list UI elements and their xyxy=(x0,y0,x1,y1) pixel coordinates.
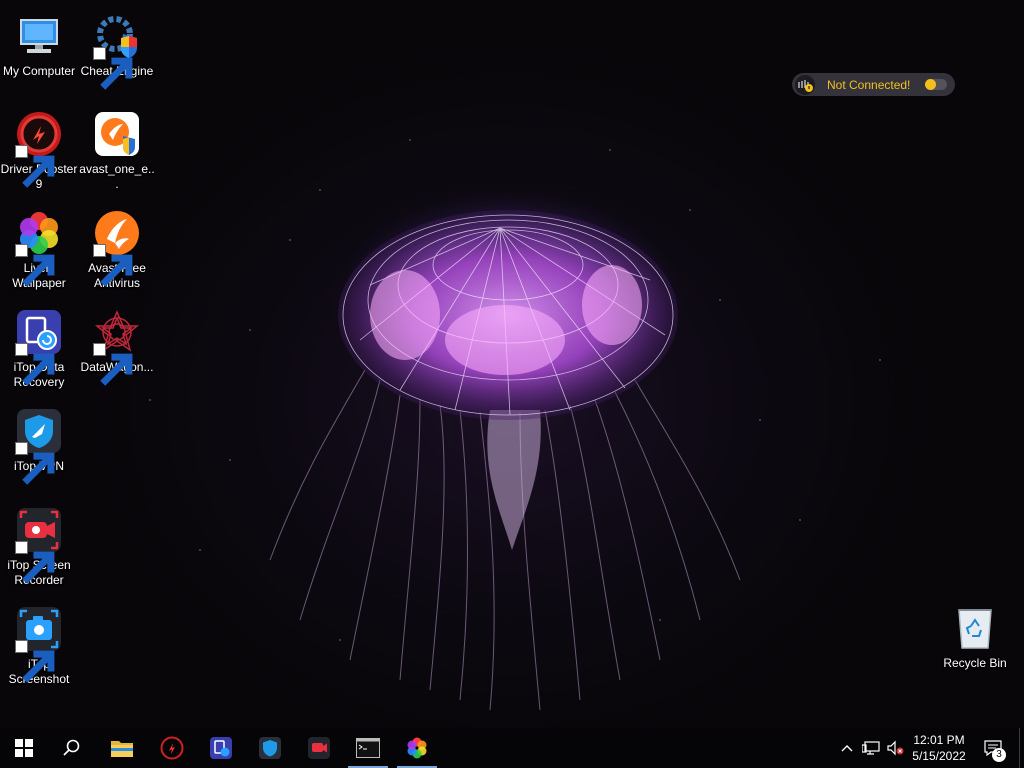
desktop-icon-driver-booster[interactable]: Driver Booster 9 xyxy=(0,106,78,198)
desktop-icon-lively-wallpaper[interactable]: Lively Wallpaper xyxy=(0,205,78,297)
shortcut-arrow-icon xyxy=(15,343,55,386)
itop-data-recovery-icon xyxy=(15,308,63,386)
shortcut-arrow-icon xyxy=(15,541,55,584)
datawagon-icon xyxy=(93,308,141,386)
shortcut-arrow-icon xyxy=(93,244,133,287)
shortcut-arrow-icon xyxy=(93,343,133,386)
taskbar-command-prompt[interactable] xyxy=(344,728,392,768)
desktop-icon-label: My Computer xyxy=(2,64,76,78)
desktop-icon-cheat-engine[interactable]: Cheat Engine xyxy=(78,8,156,100)
vpn-connect-toggle[interactable] xyxy=(925,79,947,90)
search-button[interactable] xyxy=(48,728,96,768)
recycle-bin-icon xyxy=(951,604,999,652)
desktop-icon-itop-screen-recorder[interactable]: iTop Screen Recorder xyxy=(0,502,78,594)
start-button[interactable] xyxy=(0,728,48,768)
volume-muted-icon xyxy=(887,740,904,756)
desktop: My Computer Driver Booster 9 Lively Wall… xyxy=(0,0,1024,728)
shortcut-arrow-icon xyxy=(15,244,55,287)
cheat-engine-icon xyxy=(93,12,141,90)
itop-screen-recorder-icon xyxy=(15,506,63,584)
desktop-icon-label: avast_one_e... xyxy=(79,162,155,191)
terminal-icon xyxy=(356,738,380,758)
desktop-icon-datawagon[interactable]: DataWagon... xyxy=(78,304,156,396)
desktop-icon-avast-one-installer[interactable]: avast_one_e... xyxy=(78,106,156,198)
vpn-logo-icon xyxy=(795,74,815,95)
shortcut-arrow-icon xyxy=(15,442,55,485)
desktop-icon-itop-vpn[interactable]: iTop VPN xyxy=(0,403,78,495)
show-hidden-icons-button[interactable] xyxy=(836,728,858,768)
avast-icon xyxy=(93,209,141,287)
avast-one-installer-icon xyxy=(93,110,141,158)
desktop-icon-my-computer[interactable]: My Computer xyxy=(0,8,78,100)
itop-vpn-icon xyxy=(259,737,281,759)
desktop-icon-itop-screenshot[interactable]: iTop Screenshot xyxy=(0,601,78,693)
windows-logo-icon xyxy=(15,739,33,757)
network-icon xyxy=(862,741,880,755)
itop-screenshot-icon xyxy=(15,605,63,683)
taskbar-itop-screen-recorder[interactable] xyxy=(295,728,343,768)
chevron-up-icon xyxy=(841,745,853,752)
monitor-icon xyxy=(15,12,63,60)
folder-icon xyxy=(111,741,133,757)
clock-date: 5/15/2022 xyxy=(912,749,966,763)
toggle-knob xyxy=(925,79,936,90)
lively-wallpaper-icon xyxy=(15,209,63,287)
vpn-status-widget[interactable]: Not Connected! xyxy=(792,73,955,96)
taskbar-itop-data-recovery[interactable] xyxy=(197,728,245,768)
itop-data-recovery-icon xyxy=(210,737,232,759)
volume-button[interactable] xyxy=(884,728,906,768)
desktop-icon-label: Recycle Bin xyxy=(943,656,1007,670)
taskbar-file-explorer[interactable] xyxy=(98,728,146,768)
taskbar-itop-vpn[interactable] xyxy=(246,728,294,768)
clock-time: 12:01 PM xyxy=(913,733,965,747)
desktop-icon-recycle-bin[interactable]: Recycle Bin xyxy=(936,600,1014,692)
taskbar-driver-booster[interactable] xyxy=(148,728,196,768)
taskbar: 12:01 PM 5/15/2022 xyxy=(0,728,1024,768)
notification-count-badge: 3 xyxy=(992,748,1006,762)
lively-wallpaper-icon xyxy=(407,737,427,759)
itop-vpn-icon xyxy=(15,407,63,485)
driver-booster-icon xyxy=(160,736,184,760)
clock[interactable]: 12:01 PM 5/15/2022 xyxy=(904,732,974,764)
driver-booster-icon xyxy=(15,110,63,188)
shortcut-arrow-icon xyxy=(15,640,55,683)
desktop-icon-itop-data-recovery[interactable]: iTop Data Recovery xyxy=(0,304,78,396)
search-icon xyxy=(63,739,80,756)
shortcut-arrow-icon xyxy=(15,145,55,188)
taskbar-lively-wallpaper[interactable] xyxy=(393,728,441,768)
vpn-status-text: Not Connected! xyxy=(827,77,911,92)
itop-screen-recorder-icon xyxy=(308,737,330,759)
network-status-button[interactable] xyxy=(860,728,882,768)
shortcut-arrow-icon xyxy=(93,47,133,90)
show-desktop-button[interactable] xyxy=(1019,728,1024,768)
desktop-icon-avast-free-antivirus[interactable]: Avast Free Antivirus xyxy=(78,205,156,297)
